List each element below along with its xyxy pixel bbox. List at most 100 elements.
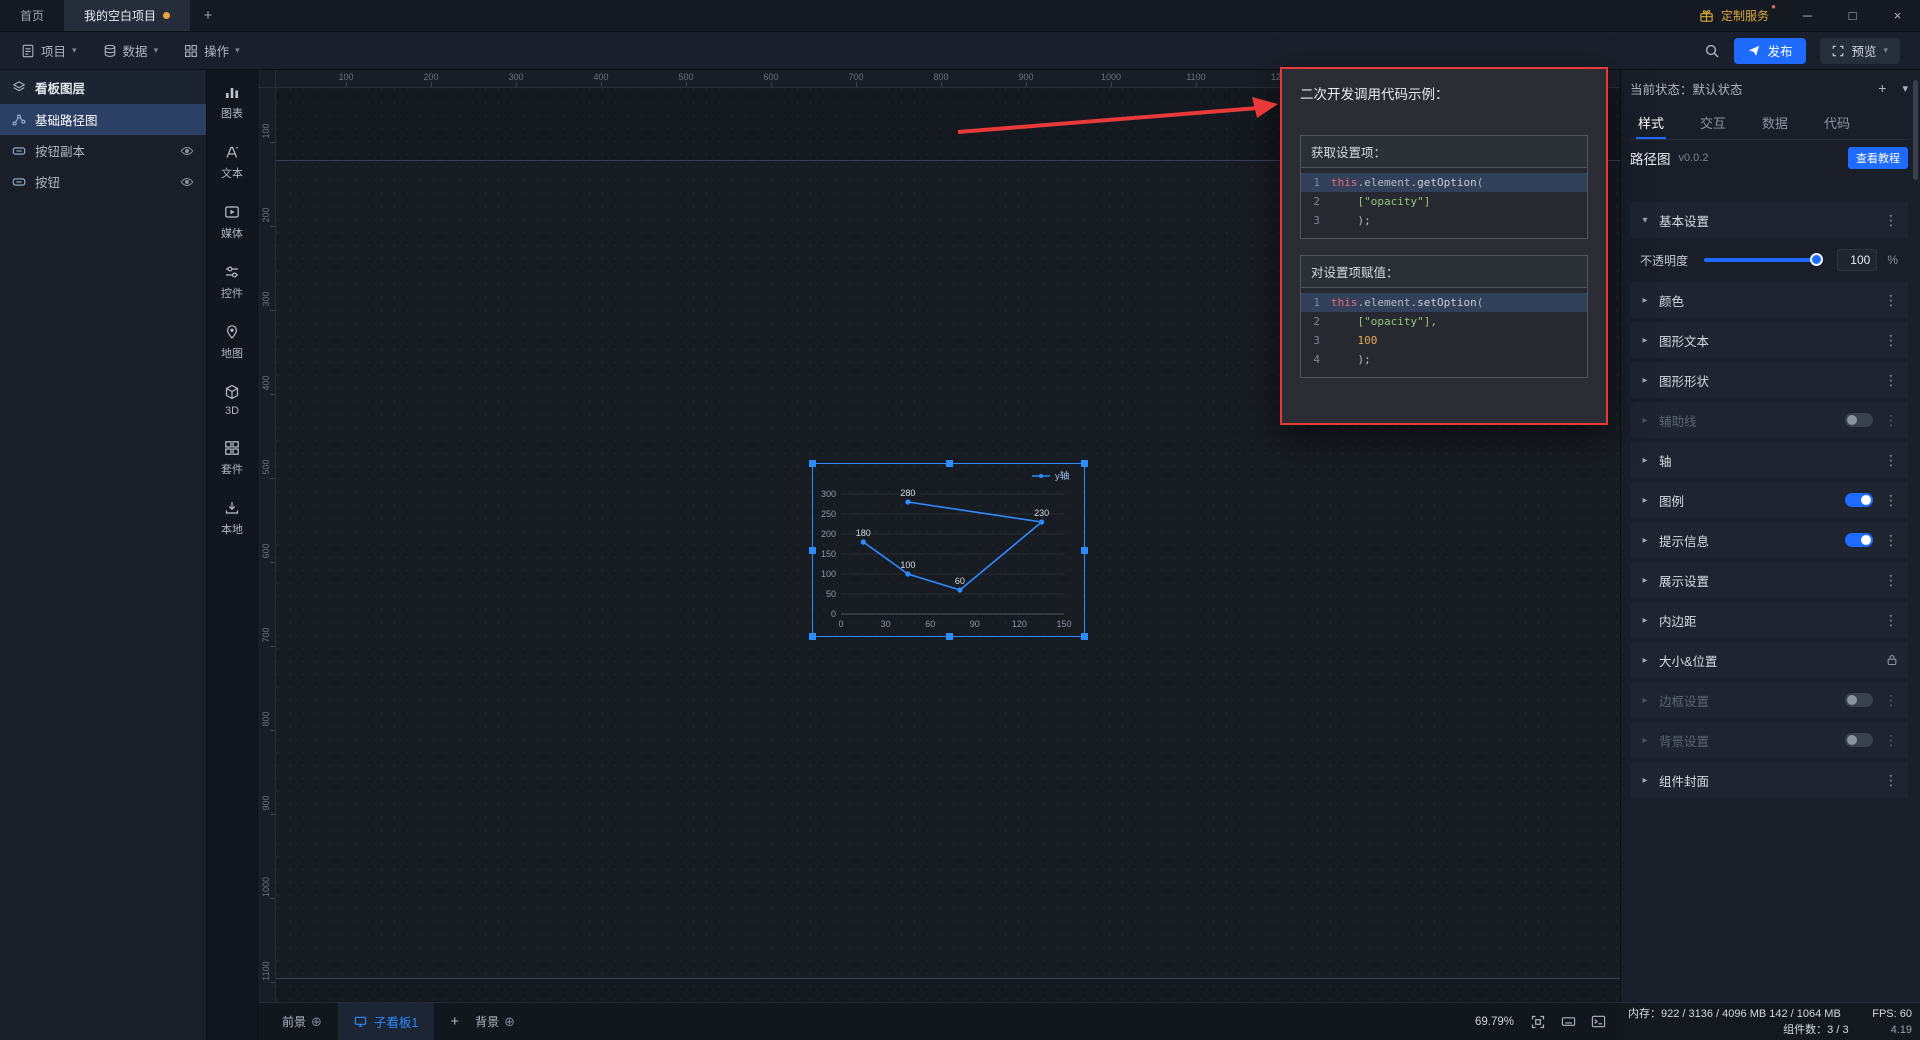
zoom-level[interactable]: 69.79% xyxy=(1475,1016,1514,1028)
menu-action[interactable]: 操作 ▾ xyxy=(171,32,253,69)
chevron-down-icon: ▾ xyxy=(235,45,240,56)
selection-handle[interactable] xyxy=(946,460,953,467)
custom-service-link[interactable]: 定制服务 ● xyxy=(1721,7,1769,24)
section-menu-icon[interactable]: ⋮ xyxy=(1884,693,1898,707)
section-menu-icon[interactable]: ⋮ xyxy=(1884,533,1898,547)
inspector-section[interactable]: ▸内边距⋮ xyxy=(1630,602,1908,638)
add-background-icon[interactable]: ⊕ xyxy=(504,1014,515,1030)
tab-interaction[interactable]: 交互 xyxy=(1700,106,1726,139)
tab-style[interactable]: 样式 xyxy=(1638,106,1664,139)
tab-data[interactable]: 数据 xyxy=(1762,106,1788,139)
toolbox-item[interactable]: 控件 xyxy=(221,264,243,301)
maximize-button[interactable]: □ xyxy=(1830,0,1875,31)
section-menu-icon[interactable]: ⋮ xyxy=(1884,333,1898,347)
section-menu-icon[interactable]: ⋮ xyxy=(1884,213,1898,227)
artboard-bottom-edge xyxy=(276,978,1620,979)
selection-handle[interactable] xyxy=(809,633,816,640)
selection-handle[interactable] xyxy=(1081,547,1088,554)
button-icon xyxy=(12,144,26,158)
minimize-button[interactable]: ─ xyxy=(1785,0,1830,31)
toolbox-item[interactable]: 地图 xyxy=(221,324,243,361)
arrow-right-icon: ▸ xyxy=(1640,535,1650,546)
layers-panel-header: 看板图层 xyxy=(0,70,206,104)
inspector-section[interactable]: ▾基本设置⋮ xyxy=(1630,202,1908,238)
selected-path-chart[interactable]: 0501001502002503000306090120150180100602… xyxy=(812,463,1085,637)
selection-handle[interactable] xyxy=(946,633,953,640)
toolbox-item[interactable]: 本地 xyxy=(221,500,243,537)
button-icon xyxy=(12,175,26,189)
monitor-icon xyxy=(354,1015,367,1028)
inspector-section[interactable]: ▸图形文本⋮ xyxy=(1630,322,1908,358)
section-menu-icon[interactable]: ⋮ xyxy=(1884,613,1898,627)
toolbox-item[interactable]: 媒体 xyxy=(221,204,243,241)
keyboard-icon[interactable] xyxy=(1558,1012,1578,1032)
inspector-section[interactable]: ▸边框设置⋮ xyxy=(1630,682,1908,718)
section-menu-icon[interactable]: ⋮ xyxy=(1884,733,1898,747)
layer-item[interactable]: 按钮副本 xyxy=(0,135,206,166)
tab-code[interactable]: 代码 xyxy=(1824,106,1850,139)
svg-text:150: 150 xyxy=(1056,619,1071,629)
layer-item[interactable]: 按钮 xyxy=(0,166,206,197)
selection-handle[interactable] xyxy=(1081,633,1088,640)
fit-screen-icon[interactable] xyxy=(1528,1012,1548,1032)
toggle-switch[interactable] xyxy=(1845,533,1873,547)
selection-handle[interactable] xyxy=(1081,460,1088,467)
section-menu-icon[interactable]: ⋮ xyxy=(1884,453,1898,467)
toolbox-item[interactable]: 图表 xyxy=(221,84,243,121)
opacity-value-input[interactable]: 100 xyxy=(1837,249,1877,271)
toggle-switch[interactable] xyxy=(1845,733,1873,747)
arrow-right-icon: ▸ xyxy=(1640,335,1650,346)
toolbox-item[interactable]: 3D xyxy=(224,384,240,417)
selection-handle[interactable] xyxy=(809,547,816,554)
section-menu-icon[interactable]: ⋮ xyxy=(1884,773,1898,787)
section-menu-icon[interactable]: ⋮ xyxy=(1884,293,1898,307)
add-board-button[interactable]: + xyxy=(450,1013,459,1030)
scrollbar-thumb[interactable] xyxy=(1913,80,1918,180)
layers-icon xyxy=(12,80,26,94)
section-menu-icon[interactable]: ⋮ xyxy=(1884,573,1898,587)
tab-home[interactable]: 首页 xyxy=(0,0,64,31)
inspector-section[interactable]: ▸大小&位置 xyxy=(1630,642,1908,678)
inspector-section[interactable]: ▸背景设置⋮ xyxy=(1630,722,1908,758)
inspector-section[interactable]: ▸颜色⋮ xyxy=(1630,282,1908,318)
toolbox-item[interactable]: 套件 xyxy=(221,440,243,477)
section-menu-icon[interactable]: ⋮ xyxy=(1884,493,1898,507)
inspector-section[interactable]: ▸展示设置⋮ xyxy=(1630,562,1908,598)
tab-current-project[interactable]: 我的空白项目 xyxy=(64,0,190,31)
section-menu-icon[interactable]: ⋮ xyxy=(1884,413,1898,427)
inspector-section[interactable]: ▸图例⋮ xyxy=(1630,482,1908,518)
layer-item[interactable]: 基础路径图 xyxy=(0,104,206,135)
inspector-section[interactable]: ▸组件封面⋮ xyxy=(1630,762,1908,798)
toggle-switch[interactable] xyxy=(1845,413,1873,427)
toggle-switch[interactable] xyxy=(1845,493,1873,507)
menu-project[interactable]: 项目 ▾ xyxy=(8,32,90,69)
code-line: 2 ["opacity"], xyxy=(1301,312,1587,331)
inspector-section[interactable]: ▸轴⋮ xyxy=(1630,442,1908,478)
toggle-switch[interactable] xyxy=(1845,693,1873,707)
add-foreground-icon[interactable]: ⊕ xyxy=(311,1014,322,1030)
new-tab-button[interactable]: + xyxy=(190,0,226,31)
eye-icon[interactable] xyxy=(180,175,194,189)
gift-icon[interactable] xyxy=(1699,8,1714,23)
menu-data[interactable]: 数据 ▾ xyxy=(90,32,172,69)
search-icon[interactable] xyxy=(1704,43,1720,59)
inspector-section[interactable]: ▸提示信息⋮ xyxy=(1630,522,1908,558)
eye-icon[interactable] xyxy=(180,144,194,158)
opacity-slider[interactable] xyxy=(1704,258,1821,262)
toolbox-item[interactable]: 文本 xyxy=(221,144,243,181)
add-state-button[interactable]: + xyxy=(1878,80,1886,96)
tutorial-button[interactable]: 查看教程 xyxy=(1848,147,1908,169)
lock-icon[interactable] xyxy=(1886,654,1898,666)
preview-button[interactable]: 预览 ▾ xyxy=(1820,38,1900,64)
console-icon[interactable] xyxy=(1588,1012,1608,1032)
arrow-right-icon: ▸ xyxy=(1640,615,1650,626)
section-menu-icon[interactable]: ⋮ xyxy=(1884,373,1898,387)
arrow-right-icon: ▸ xyxy=(1640,375,1650,386)
close-button[interactable]: × xyxy=(1875,0,1920,31)
inspector-section[interactable]: ▸辅助线⋮ xyxy=(1630,402,1908,438)
subboard-tab[interactable]: 子看板1 xyxy=(338,1003,434,1040)
selection-handle[interactable] xyxy=(809,460,816,467)
publish-button[interactable]: 发布 xyxy=(1734,38,1806,64)
chevron-down-icon[interactable]: ▾ xyxy=(1902,82,1908,95)
inspector-section[interactable]: ▸图形形状⋮ xyxy=(1630,362,1908,398)
